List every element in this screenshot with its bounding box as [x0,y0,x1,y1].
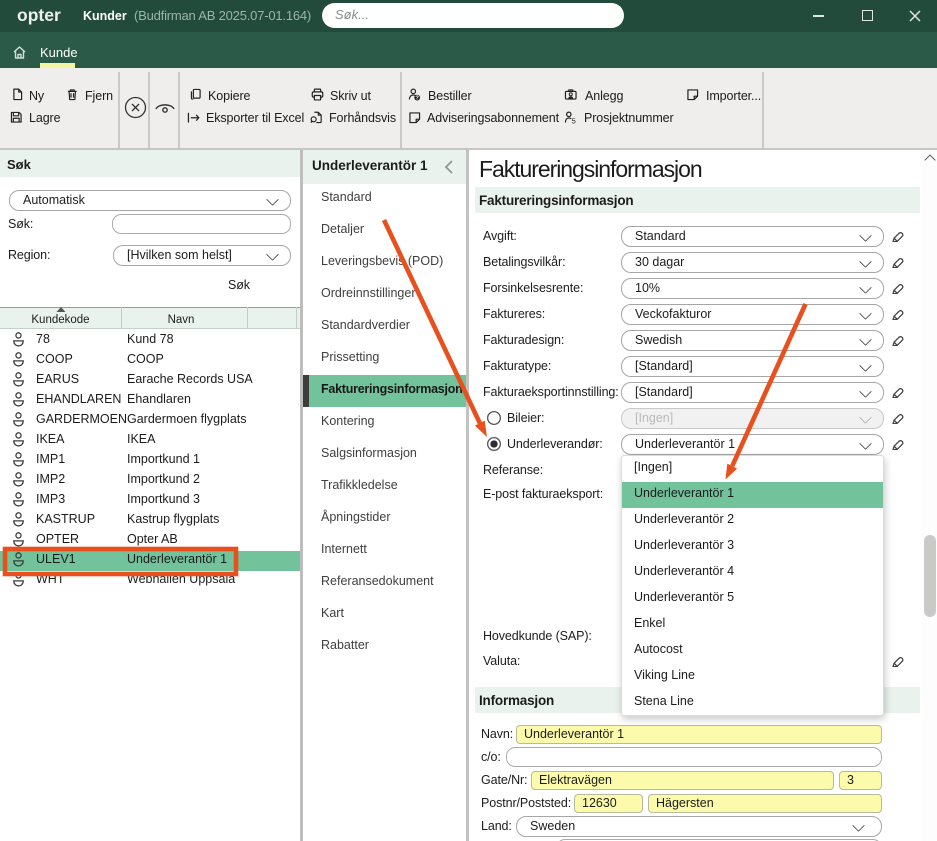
svg-text:5: 5 [571,117,575,124]
svg-text:?: ? [415,96,419,101]
